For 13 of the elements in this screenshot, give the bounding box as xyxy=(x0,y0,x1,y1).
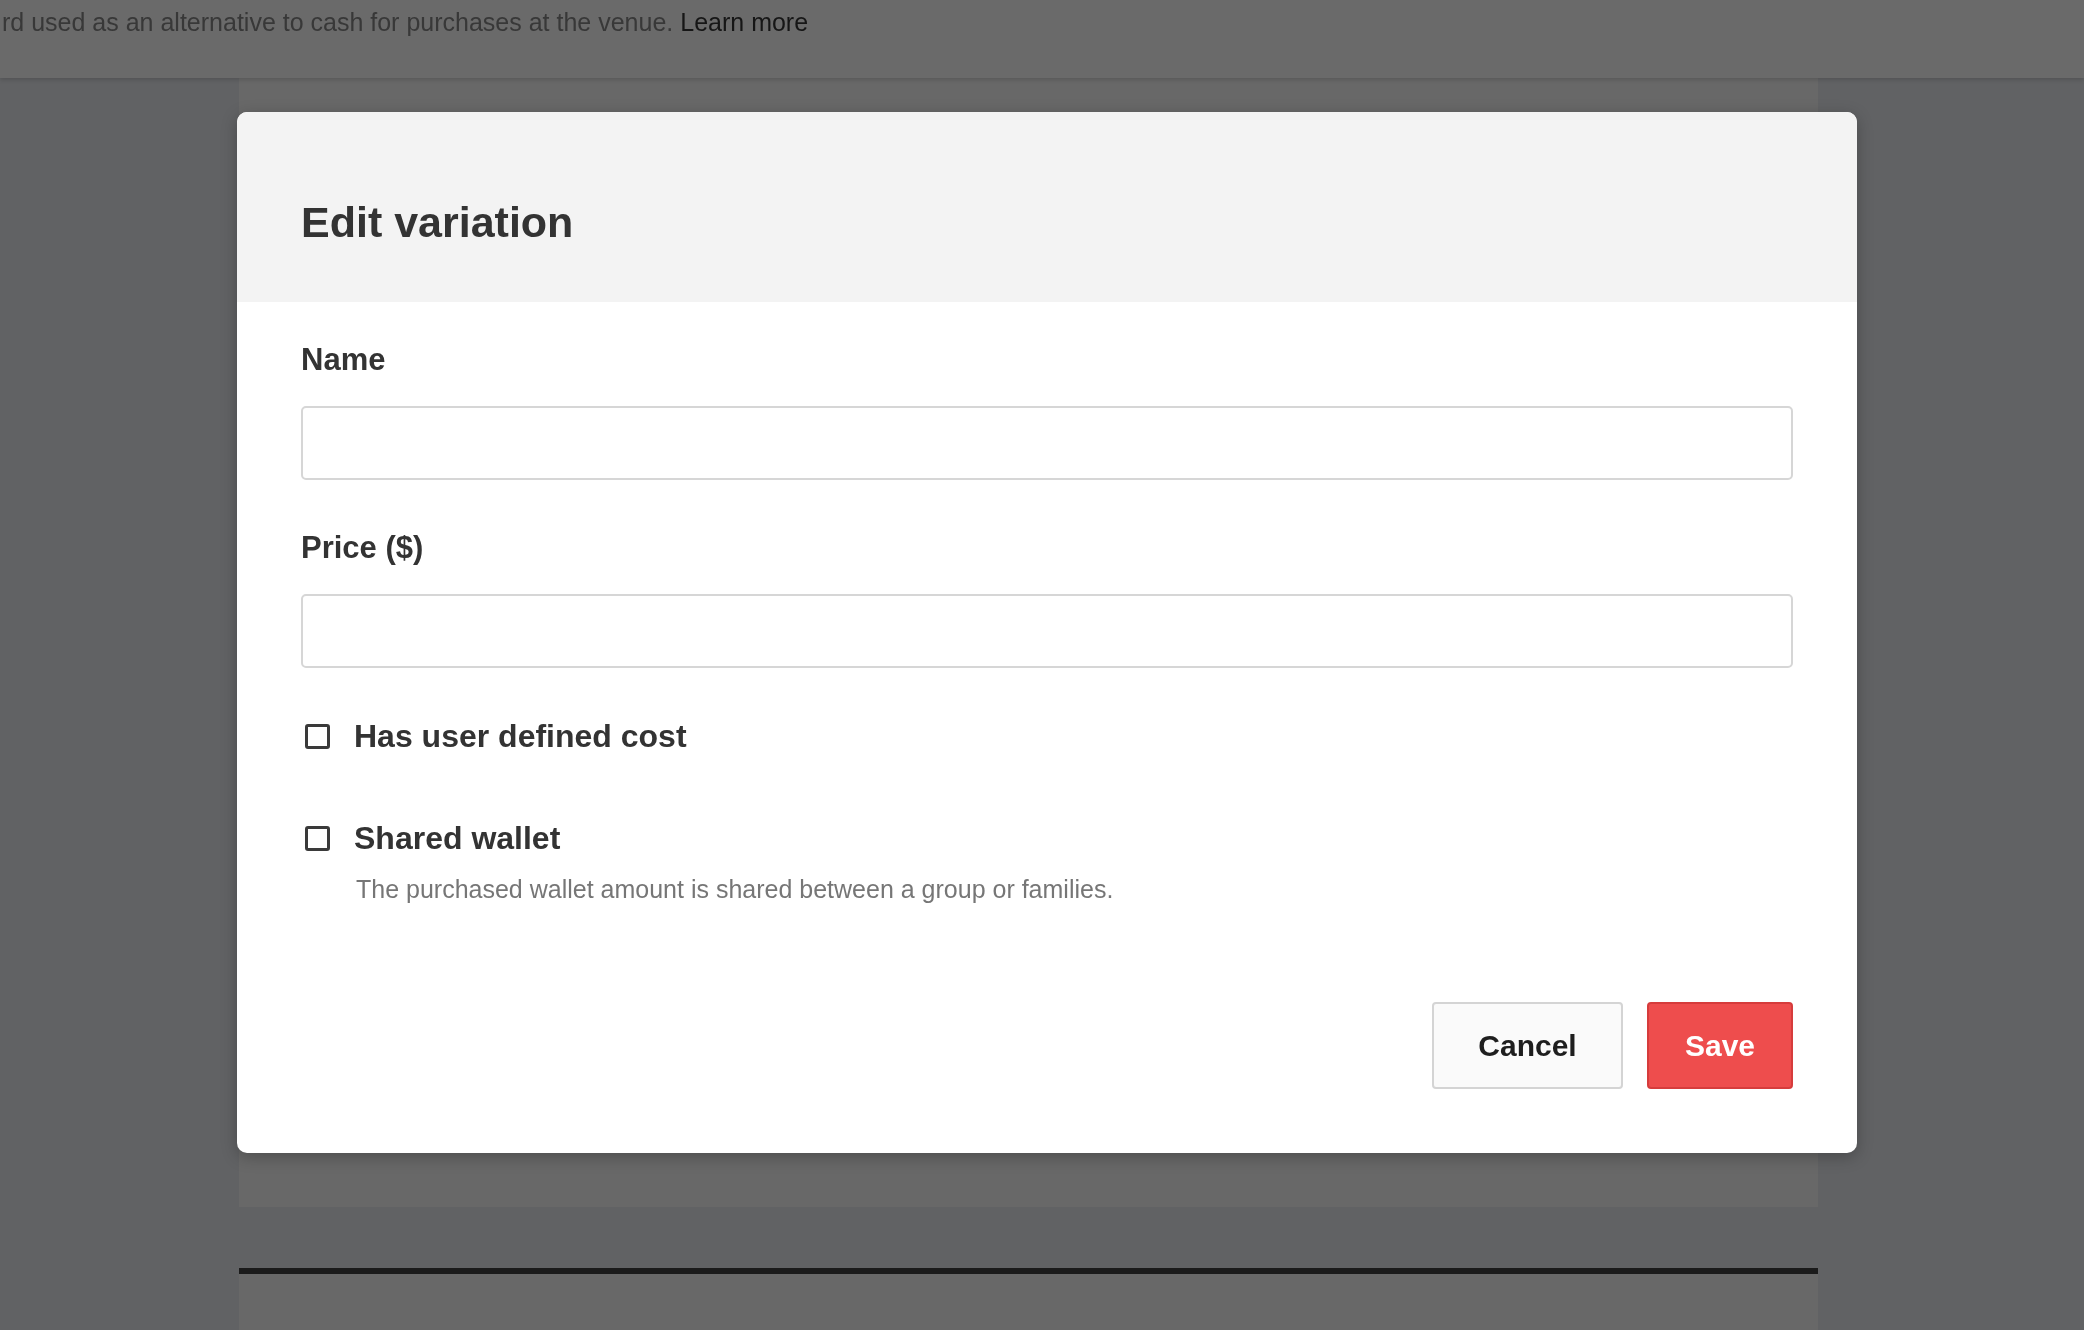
input-field[interactable] xyxy=(301,406,1793,480)
checkbox-label: Shared wallet xyxy=(354,820,561,857)
field-label: Name xyxy=(301,342,386,378)
input-field[interactable] xyxy=(301,594,1793,668)
learn-more-link[interactable]: Learn more xyxy=(680,8,809,37)
field-label: Price ($) xyxy=(301,530,424,566)
dialog-title: Edit variation xyxy=(301,196,574,247)
checkbox[interactable] xyxy=(305,724,330,749)
checkbox[interactable] xyxy=(305,826,330,851)
checkbox-label: Has user defined cost xyxy=(354,718,687,755)
save-button[interactable]: Save xyxy=(1647,1002,1793,1089)
help-text: The purchased wallet amount is shared between a group or families. xyxy=(356,875,1114,904)
cancel-button[interactable]: Cancel xyxy=(1432,1002,1623,1089)
